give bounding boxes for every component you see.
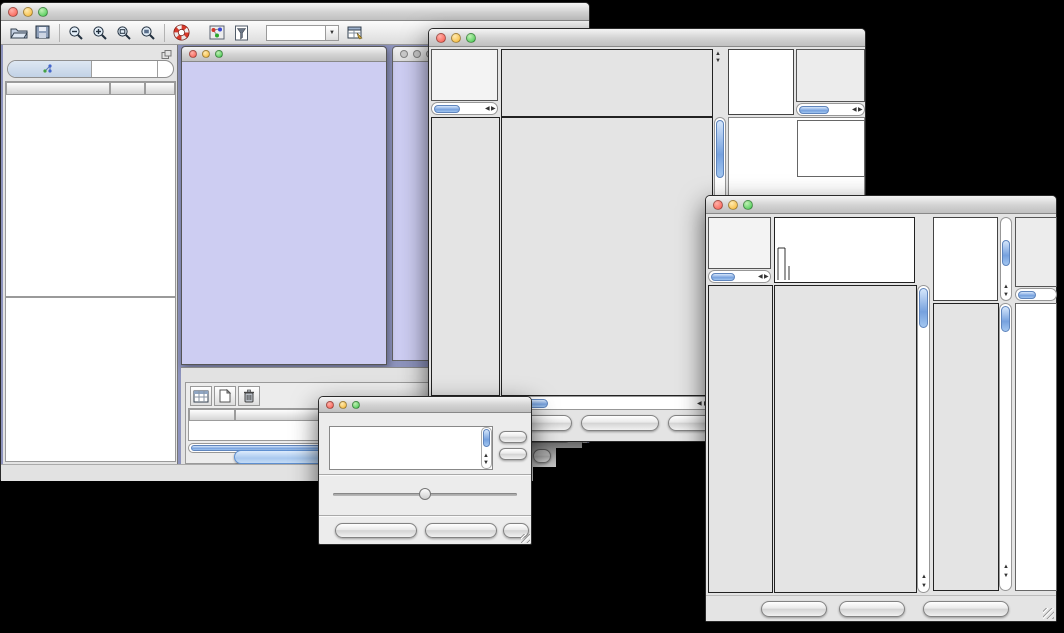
new-document-icon [219,389,231,403]
tv1-column-dendrogram[interactable] [501,49,713,117]
filter-icon[interactable] [229,23,253,43]
network-overview-thumbnail[interactable] [8,340,173,461]
tv2-bottom-bar [706,595,1056,621]
window-controls[interactable] [189,50,223,58]
tab-network[interactable] [8,61,92,77]
select-attributes-button[interactable] [190,386,212,406]
create-vizmap-button[interactable] [425,523,497,538]
tv2-save-data-button[interactable] [839,601,905,617]
tv1-usage-hints [796,49,865,102]
treeview2-titlebar[interactable] [706,196,1056,214]
fragment-button[interactable] [533,449,551,463]
zoom-fit-icon[interactable] [112,23,136,43]
control-panel [3,45,178,464]
trash-icon [243,389,255,403]
hidden-window-fragment-2 [529,446,556,467]
zoom-in-icon[interactable] [88,23,112,43]
minimize-button[interactable] [23,7,33,17]
tv2-usage-hscrollbar[interactable] [1015,288,1057,301]
tab-vizmapper[interactable] [92,61,157,77]
minimize-button[interactable] [339,401,347,409]
network-window-1-titlebar[interactable] [182,47,386,62]
close-button[interactable] [436,33,446,43]
minimize-button[interactable] [728,200,738,210]
tv2-heatmap-vscrollbar[interactable] [917,285,930,593]
tv1-heatmap[interactable] [501,117,713,396]
tv2-column-labels [933,217,998,301]
animation-speed-slider[interactable] [333,487,517,501]
dense-network-grid[interactable] [399,107,430,297]
tv2-settings-button[interactable] [761,601,827,617]
treeview-window-2: ◀▶ ▲▼ ▲▼ ▲▼ [705,195,1057,622]
close-button[interactable] [713,200,723,210]
vizmapper-icon[interactable] [205,23,229,43]
zoom-button[interactable] [352,401,360,409]
tv2-thumbnail-heatmap[interactable] [933,303,999,591]
animate-vizmap-button[interactable] [335,523,417,538]
search-input[interactable] [266,25,326,41]
resize-grip[interactable] [521,534,530,543]
tv2-column-dendrogram[interactable] [774,217,915,283]
tv1-row-dendrogram[interactable] [431,117,500,396]
tv2-thumbnail-vscrollbar[interactable] [999,303,1012,591]
tv2-row-dendrogram[interactable] [708,285,773,593]
id-column-header[interactable] [189,409,235,421]
open-file-icon[interactable] [7,23,31,43]
tv1-export-graphics-button[interactable] [581,415,659,431]
close-button[interactable] [8,7,18,17]
new-attribute-button[interactable] [214,386,236,406]
tv2-gene-list [1015,303,1057,591]
column-header-network[interactable] [6,82,110,95]
zoom-out-icon[interactable] [64,23,88,43]
dialog-titlebar[interactable] [319,397,531,413]
move-up-button[interactable] [499,431,527,443]
attribute-list: ▲▼ [329,426,493,470]
tv2-export-graphics-button[interactable] [923,601,1009,617]
desktop-background: { "desktop": { "title": "Cytoscape Deskt… [0,0,1064,633]
tv2-heatmap[interactable] [774,285,917,593]
tv2-view-status [708,217,771,269]
help-lifesaver-icon[interactable] [169,23,193,43]
attribute-table-icon [193,390,209,403]
tab-overflow-arrow[interactable] [157,61,173,77]
window-controls[interactable] [436,33,476,43]
network-tab-icon [43,64,52,75]
tv2-usage-hints [1015,217,1057,287]
network-list [5,81,176,297]
tv1-column-labels [728,49,794,115]
network-window-1[interactable] [181,46,387,365]
move-down-button[interactable] [499,448,527,460]
node-attribute-browser-button[interactable] [234,450,331,464]
tv1-view-status [431,49,498,101]
attribute-browser-icon[interactable] [343,23,367,43]
zoom-button[interactable] [38,7,48,17]
window-controls[interactable] [713,200,753,210]
map-colors-dialog: ▲▼ [318,396,532,545]
search-dropdown-button[interactable]: ▼ [326,25,339,41]
window-controls[interactable] [326,401,360,409]
column-header-nodes[interactable] [110,82,145,95]
tv1-heatmap-hscrollbar[interactable] [501,396,713,410]
panel-tabbar [7,60,174,78]
window-controls[interactable] [8,7,48,17]
minimize-button[interactable] [451,33,461,43]
delete-attribute-button[interactable] [238,386,260,406]
network-graph-view[interactable] [182,62,386,364]
treeview1-titlebar[interactable] [429,29,865,47]
desktop-titlebar[interactable] [1,3,589,21]
tv1-row-labels [797,120,865,177]
save-icon[interactable] [31,23,55,43]
zoom-button[interactable] [743,200,753,210]
overview-pane [5,297,176,462]
zoom-selected-icon[interactable] [136,23,160,43]
slider-thumb[interactable] [419,488,431,500]
tv1-correlation-matrix[interactable] [733,130,781,170]
resize-grip[interactable] [1043,608,1054,619]
zoom-button[interactable] [466,33,476,43]
close-button[interactable] [326,401,334,409]
column-header-edges[interactable] [145,82,175,95]
